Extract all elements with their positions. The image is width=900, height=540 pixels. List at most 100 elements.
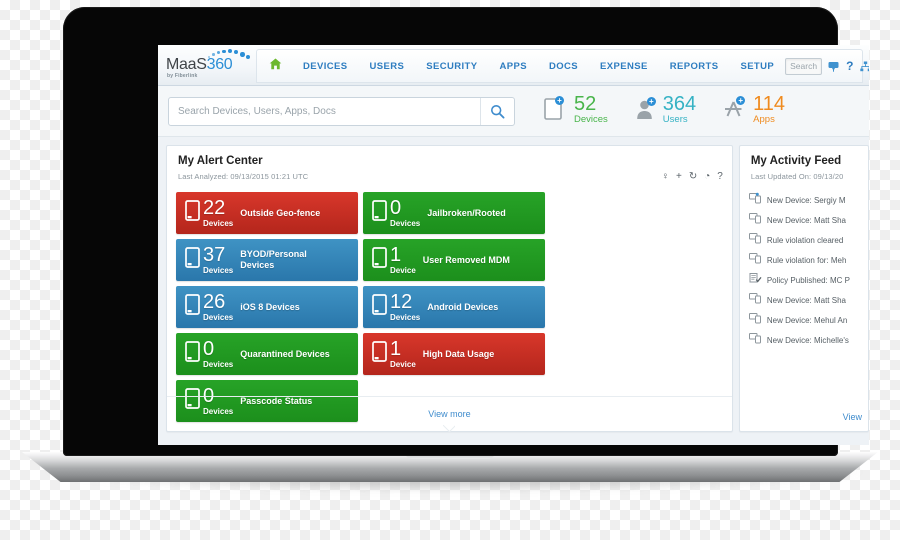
- device-new-icon: [748, 191, 762, 209]
- alert-tile-count: 37 Devices: [203, 243, 234, 275]
- alert-tile[interactable]: 26 Devices iOS 8 Devices: [176, 286, 358, 328]
- device-add-icon: +: [543, 94, 571, 126]
- device-lock-icon: [748, 231, 762, 249]
- counter-devices-badge: +: [555, 96, 564, 105]
- main-navbar: DEVICES USERS SECURITY APPS DOCS EXPENSE…: [256, 49, 869, 83]
- alert-tile-unit: Devices: [203, 312, 234, 322]
- global-search-input[interactable]: Search Devices, Users, Apps, Docs: [169, 98, 480, 125]
- alert-tile-label: High Data Usage: [422, 348, 495, 359]
- list-item[interactable]: Rule violation cleared: [748, 230, 868, 250]
- screen: MaaS360 by Fiberlink DEVICES USERS SECUR…: [158, 45, 869, 445]
- nav-item-setup[interactable]: SETUP: [729, 61, 785, 72]
- alert-tile-unit: Devices: [203, 265, 234, 275]
- nav-item-docs[interactable]: DOCS: [538, 61, 589, 72]
- alert-tile-value: 1: [390, 337, 402, 360]
- alert-tile-unit: Device: [390, 359, 416, 369]
- help-question-icon[interactable]: ?: [846, 60, 853, 72]
- header-search-input[interactable]: Search: [785, 57, 823, 75]
- alert-tile-count: 22 Devices: [203, 198, 234, 228]
- alert-tile-count: 0 Devices: [390, 196, 421, 228]
- nav-item-security[interactable]: SECURITY: [415, 61, 488, 72]
- device-new-icon: [748, 211, 762, 229]
- view-more-link[interactable]: View more: [428, 409, 470, 419]
- scene: MaaS360 by Fiberlink DEVICES USERS SECUR…: [0, 0, 900, 540]
- phone-icon: [184, 199, 201, 228]
- activity-feed-title: My Activity Feed: [750, 155, 842, 167]
- phone-icon: [184, 246, 201, 275]
- activity-feed-view-link[interactable]: View: [843, 412, 862, 422]
- device-new-icon: [748, 311, 762, 329]
- alert-tile-label: User Removed MDM: [422, 254, 510, 265]
- list-item[interactable]: New Device: Matt Sha: [748, 210, 868, 230]
- app-header: MaaS360 by Fiberlink DEVICES USERS SECUR…: [158, 45, 869, 86]
- alert-center-panel: My Alert Center Last Analyzed: 09/13/201…: [166, 145, 733, 432]
- alert-tile-unit: Devices: [203, 359, 234, 369]
- help-icon[interactable]: ?: [717, 172, 723, 182]
- list-item[interactable]: Rule violation for: Meh: [748, 250, 868, 270]
- counter-users-label: Users: [662, 114, 688, 125]
- view-more-notch-icon: [443, 425, 455, 432]
- alert-tile[interactable]: 37 Devices BYOD/Personal Devices: [176, 239, 358, 281]
- global-search-button[interactable]: [480, 98, 514, 125]
- list-item-text: New Device: Sergiy M: [766, 195, 846, 205]
- list-item-text: Rule violation cleared: [766, 235, 844, 245]
- add-icon[interactable]: +: [676, 172, 682, 182]
- alert-tile-unit: Device: [390, 265, 416, 275]
- counter-apps[interactable]: + 114 Apps: [722, 94, 785, 126]
- nav-item-expense[interactable]: EXPENSE: [589, 61, 659, 72]
- alert-tile[interactable]: 22 Devices Outside Geo-fence: [176, 192, 358, 234]
- alert-tile-unit: Devices: [390, 312, 421, 322]
- list-item[interactable]: New Device: Mehul An: [748, 310, 868, 330]
- alert-tile-value: 0: [390, 196, 402, 219]
- alert-center-title: My Alert Center: [178, 155, 263, 167]
- list-item[interactable]: New Device: Michelle's: [748, 330, 868, 350]
- maas360-logo[interactable]: MaaS360 by Fiberlink: [166, 48, 256, 82]
- alert-tile[interactable]: 1 Device User Removed MDM: [363, 239, 545, 281]
- refresh-icon[interactable]: ↻: [689, 172, 697, 182]
- nav-item-users[interactable]: USERS: [359, 61, 416, 72]
- pin-icon[interactable]: ♀: [662, 172, 670, 182]
- counter-users[interactable]: + 364 Users: [634, 94, 696, 126]
- alert-tile-value: 37: [203, 243, 226, 266]
- nav-item-devices[interactable]: DEVICES: [292, 61, 359, 72]
- alert-tile-unit: Devices: [203, 218, 234, 228]
- phone-icon: [184, 340, 201, 369]
- nav-item-reports[interactable]: REPORTS: [659, 61, 730, 72]
- list-item[interactable]: New Device: Sergiy M: [748, 190, 868, 210]
- chat-feedback-icon[interactable]: [828, 61, 839, 72]
- list-item[interactable]: New Device: Matt Sha: [748, 290, 868, 310]
- list-item-text: New Device: Matt Sha: [766, 295, 846, 305]
- alert-tile-count: 1 Device: [390, 245, 416, 275]
- activity-feed-subtitle: Last Updated On: 09/13/20: [750, 172, 844, 181]
- alert-tile-label: Jailbroken/Rooted: [427, 207, 506, 218]
- alert-tile[interactable]: 12 Devices Android Devices: [363, 286, 545, 328]
- alert-center-footer: View more: [167, 396, 732, 431]
- home-icon[interactable]: [269, 57, 282, 75]
- search-icon: [490, 104, 505, 119]
- counter-users-value: 364: [662, 93, 697, 115]
- counter-devices-value: 52: [574, 93, 597, 115]
- clock-icon[interactable]: ◔: [704, 172, 710, 182]
- counter-devices[interactable]: + 52 Devices: [543, 94, 608, 126]
- phone-icon: [371, 293, 388, 322]
- alert-tile-unit: Devices: [390, 218, 421, 228]
- list-item-text: Policy Published: MC P: [766, 275, 850, 285]
- alert-tile-label: iOS 8 Devices: [240, 301, 300, 312]
- device-new-icon: [748, 331, 762, 349]
- summary-counters: + 52 Devices + 364 Users + 114 Apps: [543, 94, 785, 126]
- nav-item-apps[interactable]: APPS: [488, 61, 537, 72]
- alert-tile[interactable]: 1 Device High Data Usage: [363, 333, 545, 375]
- header-icon-group: ?: [828, 60, 869, 72]
- device-lock-icon: [748, 251, 762, 269]
- alert-tile-value: 12: [390, 290, 413, 313]
- global-search[interactable]: Search Devices, Users, Apps, Docs: [168, 97, 515, 126]
- alert-tile[interactable]: 0 Devices Quarantined Devices: [176, 333, 358, 375]
- phone-icon: [371, 199, 388, 228]
- alert-tile-count: 26 Devices: [203, 292, 234, 322]
- alert-tile-value: 0: [203, 337, 215, 360]
- alert-tile[interactable]: 0 Devices Jailbroken/Rooted: [363, 192, 545, 234]
- list-item[interactable]: Policy Published: MC P: [749, 270, 868, 290]
- phone-icon: [184, 293, 201, 322]
- sitemap-icon[interactable]: [860, 61, 869, 72]
- logo-text-maas: MaaS: [166, 56, 207, 73]
